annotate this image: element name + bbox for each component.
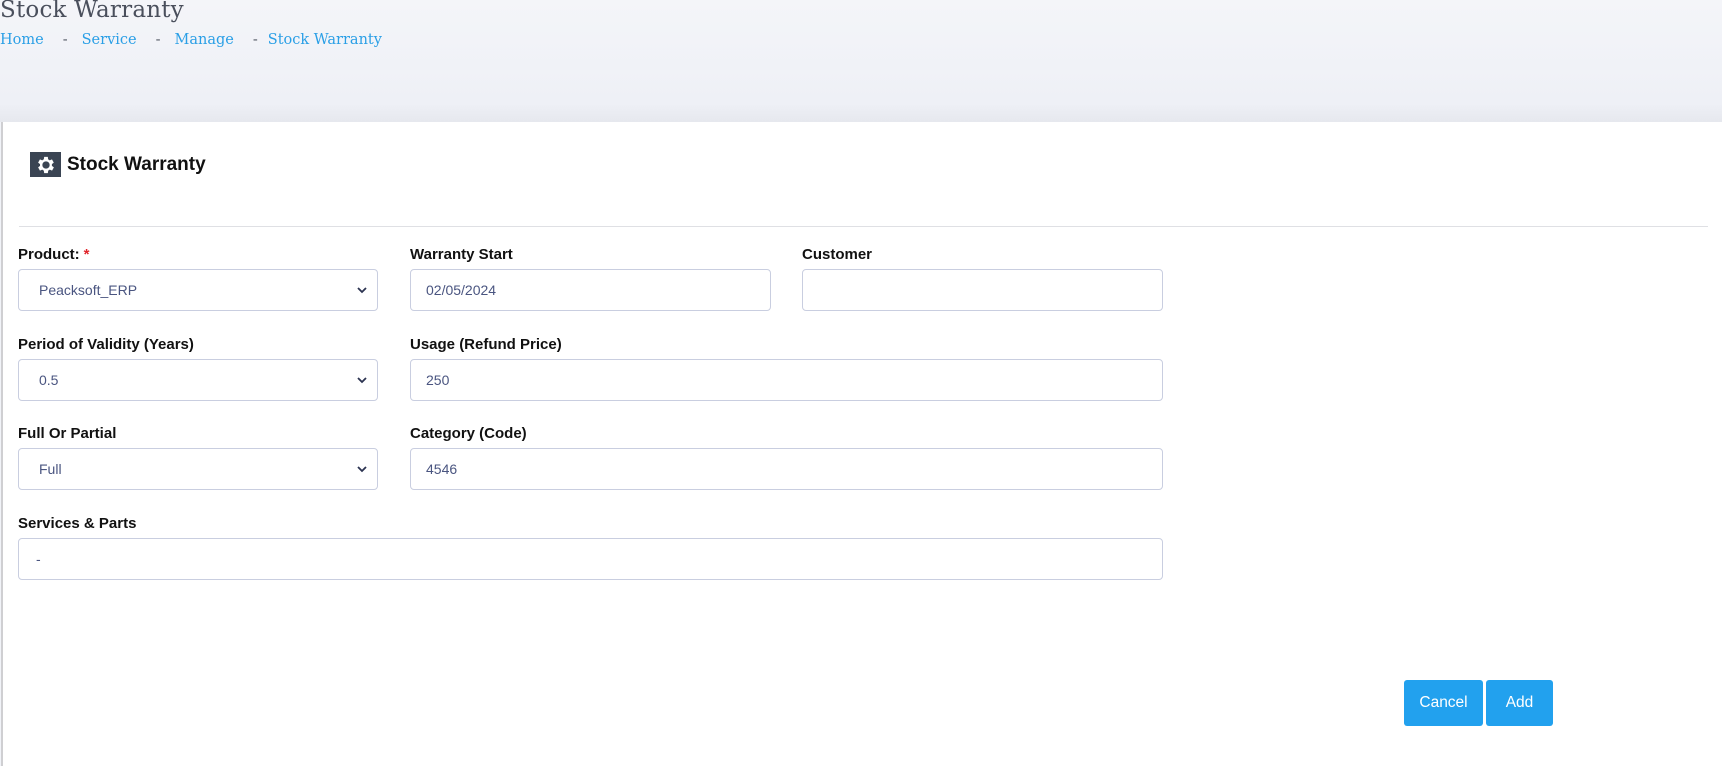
period-of-validity-select[interactable]: 0.5	[18, 359, 378, 401]
full-or-partial-select[interactable]: Full	[18, 448, 378, 490]
gear-icon	[30, 152, 61, 177]
card-title: Stock Warranty	[67, 153, 206, 175]
chevron-down-icon	[357, 287, 367, 294]
page-header: Stock Warranty Home - Service - Manage -…	[0, 0, 1722, 122]
category-value: 4546	[426, 461, 458, 477]
breadcrumb: Home - Service - Manage - Stock Warranty	[0, 32, 382, 48]
category-input[interactable]: 4546	[410, 448, 1163, 490]
cancel-button[interactable]: Cancel	[1404, 680, 1483, 726]
usage-input[interactable]: 250	[410, 359, 1163, 401]
breadcrumb-home[interactable]: Home	[0, 32, 44, 48]
services-parts-value: -	[36, 551, 41, 567]
category-label: Category (Code)	[410, 425, 527, 442]
full-or-partial-value: Full	[39, 461, 62, 477]
breadcrumb-manage[interactable]: Manage	[175, 32, 234, 48]
full-or-partial-label: Full Or Partial	[18, 425, 117, 442]
add-button[interactable]: Add	[1486, 680, 1553, 726]
breadcrumb-separator: -	[252, 32, 258, 48]
usage-value: 250	[426, 372, 450, 388]
divider	[19, 226, 1708, 227]
usage-label: Usage (Refund Price)	[410, 336, 562, 353]
breadcrumb-service[interactable]: Service	[82, 32, 137, 48]
chevron-down-icon	[357, 377, 367, 384]
services-parts-label: Services & Parts	[18, 515, 137, 532]
services-parts-input[interactable]: -	[18, 538, 1163, 580]
required-mark: *	[83, 246, 90, 263]
breadcrumb-stock-warranty[interactable]: Stock Warranty	[268, 32, 382, 48]
product-label-text: Product:	[18, 246, 80, 263]
page-title: Stock Warranty	[0, 0, 184, 23]
breadcrumb-separator: -	[62, 32, 68, 48]
customer-input[interactable]	[802, 269, 1163, 311]
warranty-start-input[interactable]: 02/05/2024	[410, 269, 771, 311]
period-of-validity-label: Period of Validity (Years)	[18, 336, 194, 353]
card-header: Stock Warranty	[30, 152, 206, 177]
product-label: Product: *	[18, 246, 90, 263]
stock-warranty-card: Stock Warranty Product: * Peacksoft_ERP W…	[1, 122, 1722, 766]
customer-label: Customer	[802, 246, 873, 263]
product-select-value: Peacksoft_ERP	[39, 282, 138, 298]
warranty-start-value: 02/05/2024	[426, 282, 497, 298]
period-of-validity-value: 0.5	[39, 372, 59, 388]
warranty-start-label: Warranty Start	[410, 246, 513, 263]
breadcrumb-separator: -	[155, 32, 161, 48]
chevron-down-icon	[357, 466, 367, 473]
product-select[interactable]: Peacksoft_ERP	[18, 269, 378, 311]
